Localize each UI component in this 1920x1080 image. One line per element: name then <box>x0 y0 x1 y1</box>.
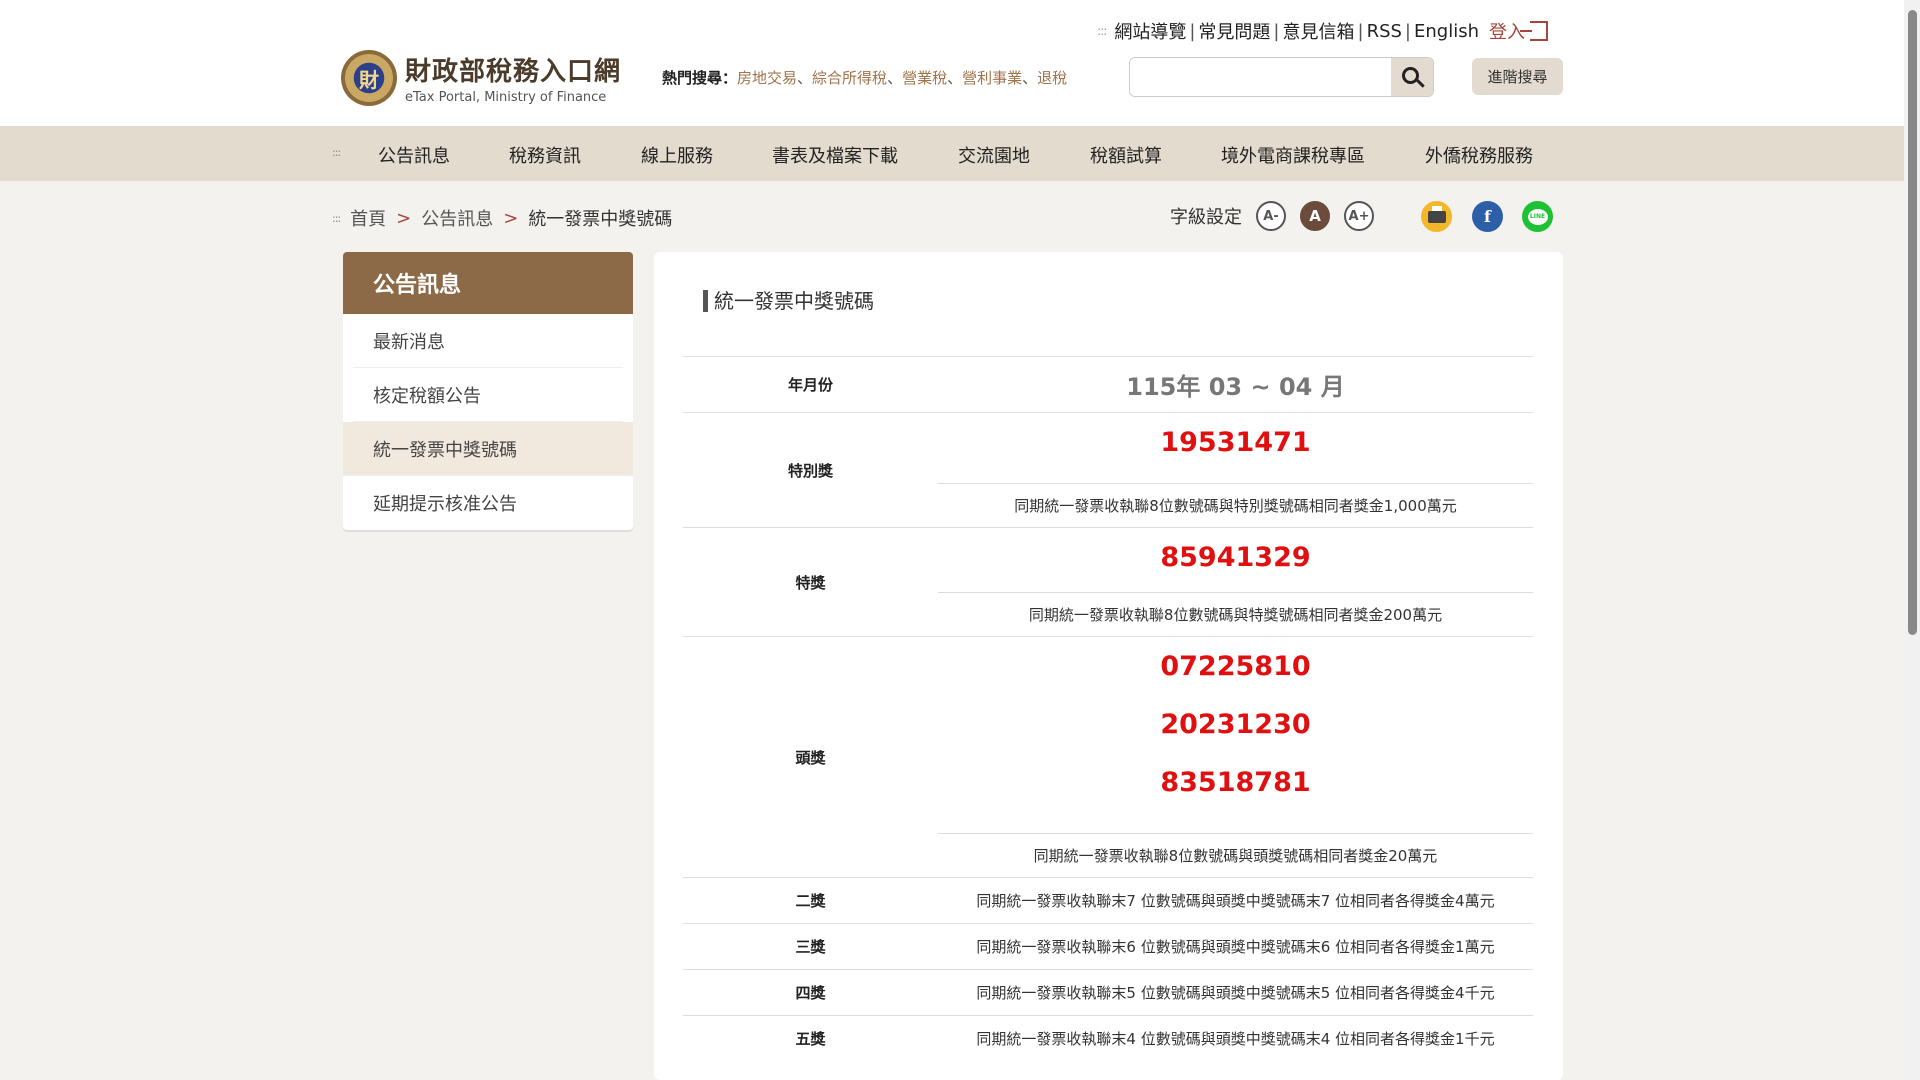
sidebar-title: 公告訊息 <box>343 252 633 314</box>
hot-search-label: 熱門搜尋： <box>662 69 738 87</box>
row-label: 二獎 <box>795 892 826 910</box>
prize-description: 同期統一發票收執聯末6 位數號碼與頭獎中獎號碼末6 位相同者各得獎金1萬元 <box>976 938 1495 956</box>
line-icon: LINE <box>1527 208 1548 225</box>
facebook-share-button[interactable]: f <box>1472 201 1503 232</box>
search-input[interactable] <box>1130 58 1392 96</box>
search-icon <box>1401 66 1419 84</box>
prize-description: 同期統一發票收執聯8位數號碼與特別獎號碼相同者獎金1,000萬元 <box>938 483 1533 527</box>
accesskey-dots[interactable]: ::: <box>332 146 341 159</box>
hot-search-link[interactable]: 營業稅 <box>902 69 947 87</box>
prize-number: 83518781 <box>1160 766 1311 798</box>
table-row-special-prize: 特別獎 19531471 同期統一發票收執聯8位數號碼與特別獎號碼相同者獎金1,… <box>683 412 1533 527</box>
top-link-rss[interactable]: RSS <box>1367 21 1402 42</box>
accesskey-dots[interactable]: ::: <box>1097 24 1107 38</box>
font-size-setting: 字級設定 A- A A+ <box>1170 201 1374 231</box>
page-title: 統一發票中獎號碼 <box>703 290 874 312</box>
row-label: 特別獎 <box>787 461 833 480</box>
row-label: 特獎 <box>795 573 826 592</box>
sidebar-item-tax-assessment[interactable]: 核定稅額公告 <box>353 368 623 422</box>
prize-number: 07225810 <box>1160 650 1311 682</box>
line-share-button[interactable]: LINE <box>1522 201 1553 232</box>
facebook-icon: f <box>1484 207 1491 226</box>
nav-tax-calculator[interactable]: 稅額試算 <box>1090 142 1162 168</box>
breadcrumb-announcements[interactable]: 公告訊息 <box>421 205 493 231</box>
login-link[interactable]: 登入 <box>1489 18 1548 44</box>
top-link-sitemap[interactable]: 網站導覽 <box>1114 18 1186 44</box>
search-box <box>1129 57 1434 97</box>
printer-icon <box>1427 205 1446 223</box>
nav-online-services[interactable]: 線上服務 <box>641 142 713 168</box>
table-row-period: 年月份 115年 03 ~ 04 月 <box>683 356 1533 412</box>
top-link-faq[interactable]: 常見問題 <box>1198 18 1270 44</box>
font-larger-button[interactable]: A+ <box>1344 201 1374 231</box>
site-logo[interactable]: 財 財政部稅務入口網 eTax Portal, Ministry of Fina… <box>341 50 621 106</box>
nav-downloads[interactable]: 書表及檔案下載 <box>772 142 898 168</box>
table-row-fifth-prize: 五獎 同期統一發票收執聯末4 位數號碼與頭獎中獎號碼末4 位相同者各得獎金1千元 <box>683 1015 1533 1061</box>
content-panel: 統一發票中獎號碼 年月份 115年 03 ~ 04 月 特別獎 19531471… <box>654 252 1563 1080</box>
breadcrumb-home[interactable]: 首頁 <box>350 205 386 231</box>
row-label: 五獎 <box>795 1030 826 1048</box>
hot-search: 熱門搜尋：房地交易、綜合所得稅、營業稅、營利事業、退稅 <box>662 69 1068 87</box>
prize-description: 同期統一發票收執聯末5 位數號碼與頭獎中獎號碼末5 位相同者各得獎金4千元 <box>976 984 1495 1002</box>
hot-search-link[interactable]: 退稅 <box>1037 69 1067 87</box>
top-links: ::: 網站導覽 | 常見問題 | 意見信箱 | RSS | English 登… <box>1097 18 1548 44</box>
prize-description: 同期統一發票收執聯8位數號碼與頭獎號碼相同者獎金20萬元 <box>938 833 1533 877</box>
sidebar-item-extension[interactable]: 延期提示核准公告 <box>353 476 623 530</box>
breadcrumb: ::: 首頁 > 公告訊息 > 統一發票中獎號碼 <box>332 205 672 231</box>
prize-number: 20231230 <box>1160 708 1311 740</box>
table-row-third-prize: 三獎 同期統一發票收執聯末6 位數號碼與頭獎中獎號碼末6 位相同者各得獎金1萬元 <box>683 923 1533 969</box>
period-value: 115年 03 ~ 04 月 <box>1126 373 1345 401</box>
table-row-grand-prize: 特獎 85941329 同期統一發票收執聯8位數號碼與特獎號碼相同者獎金200萬… <box>683 527 1533 636</box>
page-scrollbar[interactable] <box>1904 0 1920 1080</box>
hot-search-link[interactable]: 營利事業 <box>962 69 1022 87</box>
font-smaller-button[interactable]: A- <box>1256 201 1286 231</box>
top-link-feedback[interactable]: 意見信箱 <box>1282 18 1354 44</box>
breadcrumb-current: 統一發票中獎號碼 <box>528 209 673 230</box>
winning-numbers-table: 年月份 115年 03 ~ 04 月 特別獎 19531471 同期統一發票收執… <box>683 356 1533 1061</box>
row-label: 三獎 <box>795 938 826 956</box>
site-header: 財 財政部稅務入口網 eTax Portal, Ministry of Fina… <box>0 0 1904 126</box>
nav-announcements[interactable]: 公告訊息 <box>378 142 450 168</box>
table-row-second-prize: 二獎 同期統一發票收執聯末7 位數號碼與頭獎中獎號碼末7 位相同者各得獎金4萬元 <box>683 877 1533 923</box>
top-link-english[interactable]: English <box>1414 21 1479 42</box>
prize-description: 同期統一發票收執聯末7 位數號碼與頭獎中獎號碼末7 位相同者各得獎金4萬元 <box>976 892 1495 910</box>
login-icon <box>1520 21 1548 41</box>
emblem-icon: 財 <box>341 50 397 106</box>
sidebar-item-news[interactable]: 最新消息 <box>353 314 623 368</box>
nav-tax-info[interactable]: 稅務資訊 <box>509 142 581 168</box>
nav-foreigner-tax[interactable]: 外僑稅務服務 <box>1425 142 1533 168</box>
row-label: 頭獎 <box>795 748 826 767</box>
hot-search-link[interactable]: 房地交易 <box>737 69 797 87</box>
table-row-fourth-prize: 四獎 同期統一發票收執聯末5 位數號碼與頭獎中獎號碼末5 位相同者各得獎金4千元 <box>683 969 1533 1015</box>
main-nav: ::: 公告訊息 稅務資訊 線上服務 書表及檔案下載 交流園地 稅額試算 境外電… <box>0 126 1904 181</box>
table-row-first-prize: 頭獎 07225810 20231230 83518781 同期統一發票收執聯8… <box>683 636 1533 877</box>
row-label: 四獎 <box>795 984 826 1002</box>
nav-ecommerce-tax[interactable]: 境外電商課稅專區 <box>1221 142 1365 168</box>
row-label: 年月份 <box>787 376 833 394</box>
prize-number: 19531471 <box>1160 426 1311 458</box>
sidebar: 公告訊息 最新消息 核定稅額公告 統一發票中獎號碼 延期提示核准公告 <box>343 252 633 530</box>
nav-community[interactable]: 交流園地 <box>958 142 1030 168</box>
logo-subtitle: eTax Portal, Ministry of Finance <box>405 90 607 105</box>
logo-title: 財政部稅務入口網 <box>405 57 622 87</box>
hot-search-link[interactable]: 綜合所得稅 <box>812 69 887 87</box>
prize-number: 85941329 <box>1160 541 1311 573</box>
print-button[interactable] <box>1421 201 1452 232</box>
sidebar-item-invoice-lottery[interactable]: 統一發票中獎號碼 <box>343 422 633 476</box>
prize-description: 同期統一發票收執聯末4 位數號碼與頭獎中獎號碼末4 位相同者各得獎金1千元 <box>976 1030 1495 1048</box>
font-size-label: 字級設定 <box>1170 207 1242 228</box>
search-button[interactable] <box>1391 58 1433 96</box>
font-normal-button[interactable]: A <box>1300 201 1330 231</box>
scrollbar-thumb[interactable] <box>1908 10 1917 635</box>
advanced-search-button[interactable]: 進階搜尋 <box>1472 58 1563 95</box>
accesskey-dots[interactable]: ::: <box>332 212 341 225</box>
prize-description: 同期統一發票收執聯8位數號碼與特獎號碼相同者獎金200萬元 <box>938 592 1533 636</box>
